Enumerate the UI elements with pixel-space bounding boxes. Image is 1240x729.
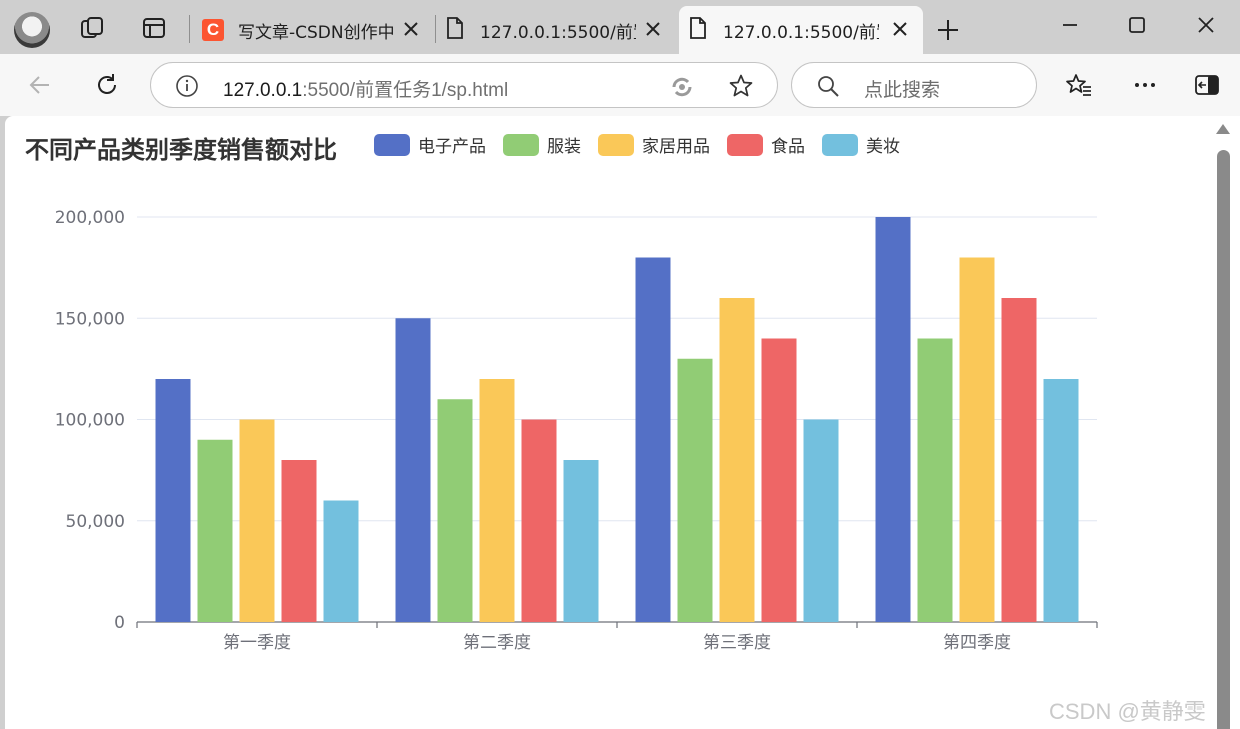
legend-label: 服装 (547, 137, 581, 157)
legend-label: 食品 (771, 137, 805, 157)
bar (323, 500, 359, 622)
bar (521, 419, 557, 622)
bar (479, 379, 515, 622)
search-box[interactable]: 点此搜索 (791, 62, 1037, 108)
x-tick-label: 第三季度 (703, 633, 771, 653)
tab-localhost-1[interactable]: 127.0.0.1:5500/前置 (436, 6, 676, 54)
address-host: 127.0.0.1 (223, 80, 303, 101)
y-tick-label: 50,000 (66, 512, 125, 532)
address-path: :5500/前置任务1/sp.html (302, 80, 509, 101)
immersive-reader-icon[interactable] (669, 74, 695, 104)
tab-csdn[interactable]: C 写文章-CSDN创作中 (192, 6, 434, 54)
bar (395, 318, 431, 622)
bar (239, 419, 275, 622)
y-tick-label: 100,000 (55, 411, 125, 431)
more-menu-icon[interactable] (1128, 68, 1162, 102)
favorite-star-icon[interactable] (728, 73, 754, 103)
tab-title: 127.0.0.1:5500/前置 (480, 22, 636, 43)
page-content: 0 50,000 100,000 150,000 200,000 第一季度 第二季度 第三季度… (5, 116, 1209, 729)
info-icon[interactable] (175, 74, 199, 102)
bar (761, 338, 797, 622)
close-icon[interactable] (400, 18, 422, 40)
minimize-icon[interactable] (1054, 10, 1086, 40)
legend-swatch (822, 133, 858, 156)
tab-title: 127.0.0.1:5500/前置 (723, 22, 879, 43)
address-url[interactable]: 127.0.0.1:5500/前置任务1/sp.html (223, 75, 508, 102)
new-tab-icon[interactable] (934, 16, 962, 44)
bar (1001, 298, 1037, 622)
legend-swatch (598, 133, 634, 156)
x-tick-label: 第一季度 (223, 633, 291, 653)
legend-swatch (503, 133, 539, 156)
sidebar-toggle-icon[interactable] (1190, 68, 1224, 102)
tab-strip: C 写文章-CSDN创作中 127.0.0.1:5500/前置 127.0.0.… (0, 0, 1240, 54)
tab-separator (189, 15, 190, 43)
csdn-icon: C (202, 19, 224, 41)
maximize-icon[interactable] (1121, 10, 1153, 40)
tab-title: 写文章-CSDN创作中 (238, 22, 395, 43)
close-icon[interactable] (889, 18, 911, 40)
close-icon[interactable] (642, 18, 664, 40)
favorites-icon[interactable] (1062, 68, 1096, 102)
x-tick-label: 第二季度 (463, 633, 531, 653)
chart-legend: 电子产品 服装 家居用品 食品 美妆 (374, 132, 917, 157)
search-icon (816, 74, 840, 102)
address-bar[interactable]: 127.0.0.1:5500/前置任务1/sp.html (150, 62, 778, 108)
legend-item[interactable]: 美妆 (822, 132, 900, 157)
bar (635, 257, 671, 622)
x-tick-label: 第四季度 (943, 633, 1011, 653)
bar (719, 298, 755, 622)
y-tick-label: 0 (114, 613, 125, 633)
close-window-icon[interactable] (1190, 10, 1222, 40)
page-icon (689, 17, 707, 43)
chart-title: 不同产品类别季度销售额对比 (25, 136, 337, 164)
tab-actions-icon[interactable] (140, 14, 168, 42)
bar (281, 460, 317, 622)
page-icon (446, 17, 464, 43)
back-icon[interactable] (23, 68, 57, 102)
legend-swatch (374, 133, 410, 156)
chart-canvas: 0 50,000 100,000 150,000 200,000 第一季度 第二季度 第三季度… (55, 208, 1098, 653)
legend-item[interactable]: 家居用品 (598, 132, 710, 157)
legend-item[interactable]: 服装 (503, 132, 581, 157)
bar (677, 358, 713, 622)
bar (563, 460, 599, 622)
bar (917, 338, 953, 622)
bar (875, 217, 911, 622)
bar (437, 399, 473, 622)
watermark: CSDN @黄静雯 (1049, 699, 1206, 724)
bar (803, 419, 839, 622)
y-tick-label: 150,000 (55, 309, 125, 329)
bar (1043, 379, 1079, 622)
refresh-icon[interactable] (90, 68, 124, 102)
workspaces-icon[interactable] (78, 14, 106, 42)
scroll-up-icon[interactable] (1216, 124, 1230, 134)
y-tick-label: 200,000 (55, 208, 125, 228)
legend-label: 电子产品 (418, 137, 486, 157)
legend-label: 美妆 (866, 137, 900, 157)
legend-swatch (727, 133, 763, 156)
legend-item[interactable]: 食品 (727, 132, 805, 157)
browser-toolbar: 127.0.0.1:5500/前置任务1/sp.html 点此搜索 (0, 54, 1240, 116)
bar (197, 439, 233, 622)
bar (959, 257, 995, 622)
profile-avatar[interactable] (14, 12, 50, 48)
search-placeholder: 点此搜索 (864, 79, 941, 101)
scrollbar-thumb[interactable] (1217, 150, 1230, 729)
tab-localhost-active[interactable]: 127.0.0.1:5500/前置 (679, 6, 923, 54)
legend-label: 家居用品 (642, 137, 710, 157)
bar (155, 379, 191, 622)
legend-item[interactable]: 电子产品 (374, 132, 486, 157)
